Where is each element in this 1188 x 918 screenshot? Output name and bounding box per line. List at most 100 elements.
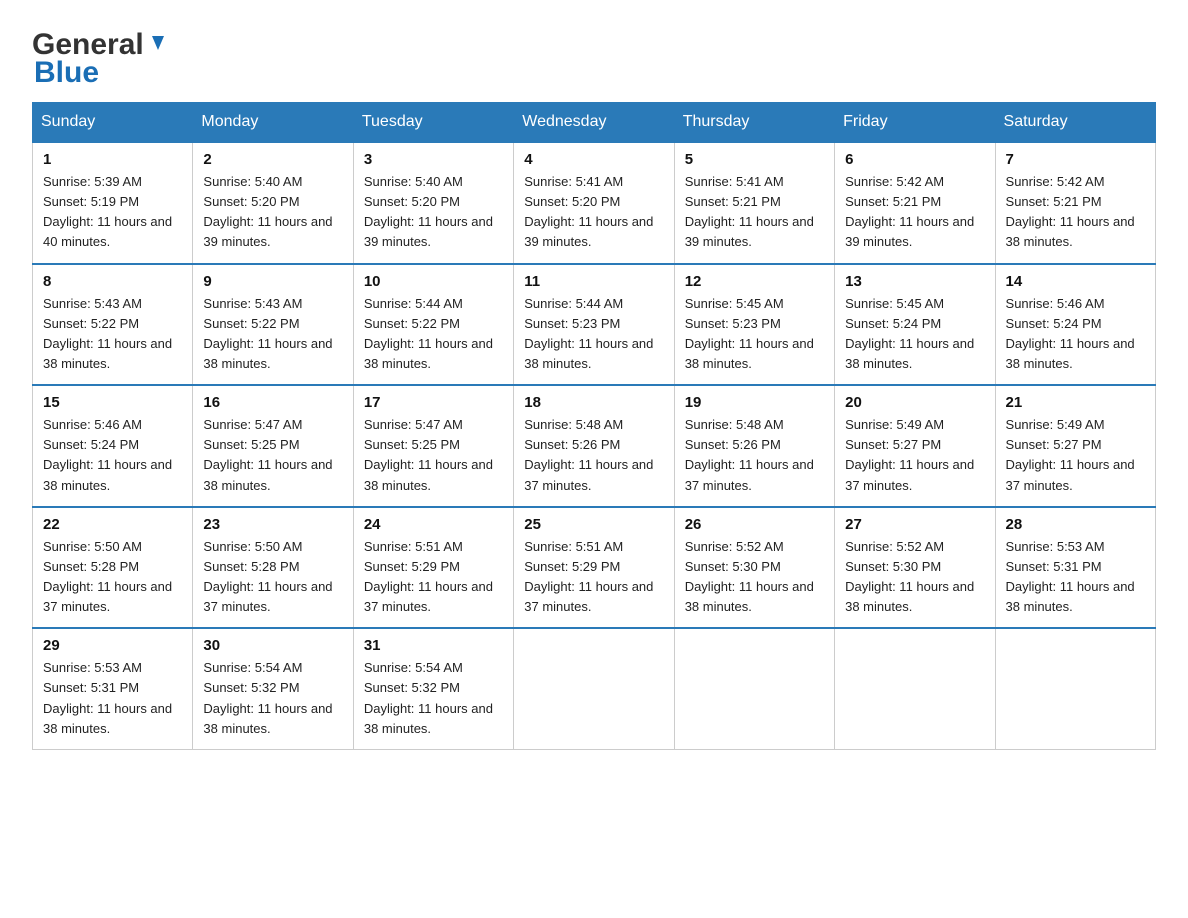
calendar-cell	[674, 628, 834, 749]
day-number: 15	[43, 394, 182, 411]
day-number: 2	[203, 151, 342, 168]
calendar-week-2: 8 Sunrise: 5:43 AM Sunset: 5:22 PM Dayli…	[33, 264, 1156, 386]
day-info: Sunrise: 5:53 AM Sunset: 5:31 PM Dayligh…	[43, 658, 182, 739]
day-info: Sunrise: 5:52 AM Sunset: 5:30 PM Dayligh…	[845, 537, 984, 618]
calendar-cell: 4 Sunrise: 5:41 AM Sunset: 5:20 PM Dayli…	[514, 142, 674, 264]
day-number: 14	[1006, 273, 1145, 290]
day-number: 21	[1006, 394, 1145, 411]
day-number: 26	[685, 516, 824, 533]
day-info: Sunrise: 5:44 AM Sunset: 5:23 PM Dayligh…	[524, 294, 663, 375]
logo-blue-text: Blue	[34, 56, 99, 90]
day-number: 6	[845, 151, 984, 168]
calendar-cell: 24 Sunrise: 5:51 AM Sunset: 5:29 PM Dayl…	[353, 507, 513, 629]
logo: General Blue	[32, 24, 168, 90]
day-info: Sunrise: 5:40 AM Sunset: 5:20 PM Dayligh…	[203, 172, 342, 253]
day-info: Sunrise: 5:41 AM Sunset: 5:20 PM Dayligh…	[524, 172, 663, 253]
calendar-cell: 20 Sunrise: 5:49 AM Sunset: 5:27 PM Dayl…	[835, 385, 995, 507]
day-info: Sunrise: 5:43 AM Sunset: 5:22 PM Dayligh…	[203, 294, 342, 375]
weekday-header-sunday: Sunday	[33, 103, 193, 143]
calendar-cell: 6 Sunrise: 5:42 AM Sunset: 5:21 PM Dayli…	[835, 142, 995, 264]
day-number: 10	[364, 273, 503, 290]
page-header: General Blue	[32, 24, 1156, 90]
calendar-week-4: 22 Sunrise: 5:50 AM Sunset: 5:28 PM Dayl…	[33, 507, 1156, 629]
day-info: Sunrise: 5:49 AM Sunset: 5:27 PM Dayligh…	[845, 415, 984, 496]
calendar-cell: 14 Sunrise: 5:46 AM Sunset: 5:24 PM Dayl…	[995, 264, 1155, 386]
day-number: 18	[524, 394, 663, 411]
calendar-cell: 10 Sunrise: 5:44 AM Sunset: 5:22 PM Dayl…	[353, 264, 513, 386]
weekday-header-thursday: Thursday	[674, 103, 834, 143]
day-number: 24	[364, 516, 503, 533]
day-info: Sunrise: 5:52 AM Sunset: 5:30 PM Dayligh…	[685, 537, 824, 618]
day-info: Sunrise: 5:51 AM Sunset: 5:29 PM Dayligh…	[524, 537, 663, 618]
calendar-cell: 28 Sunrise: 5:53 AM Sunset: 5:31 PM Dayl…	[995, 507, 1155, 629]
day-number: 17	[364, 394, 503, 411]
calendar-cell: 25 Sunrise: 5:51 AM Sunset: 5:29 PM Dayl…	[514, 507, 674, 629]
day-info: Sunrise: 5:54 AM Sunset: 5:32 PM Dayligh…	[364, 658, 503, 739]
day-number: 16	[203, 394, 342, 411]
calendar-cell: 12 Sunrise: 5:45 AM Sunset: 5:23 PM Dayl…	[674, 264, 834, 386]
calendar-cell: 17 Sunrise: 5:47 AM Sunset: 5:25 PM Dayl…	[353, 385, 513, 507]
calendar-cell: 5 Sunrise: 5:41 AM Sunset: 5:21 PM Dayli…	[674, 142, 834, 264]
day-info: Sunrise: 5:43 AM Sunset: 5:22 PM Dayligh…	[43, 294, 182, 375]
calendar-table: SundayMondayTuesdayWednesdayThursdayFrid…	[32, 102, 1156, 750]
calendar-cell: 27 Sunrise: 5:52 AM Sunset: 5:30 PM Dayl…	[835, 507, 995, 629]
weekday-header-saturday: Saturday	[995, 103, 1155, 143]
day-info: Sunrise: 5:46 AM Sunset: 5:24 PM Dayligh…	[1006, 294, 1145, 375]
day-info: Sunrise: 5:53 AM Sunset: 5:31 PM Dayligh…	[1006, 537, 1145, 618]
day-info: Sunrise: 5:47 AM Sunset: 5:25 PM Dayligh…	[203, 415, 342, 496]
day-info: Sunrise: 5:50 AM Sunset: 5:28 PM Dayligh…	[203, 537, 342, 618]
day-number: 4	[524, 151, 663, 168]
day-number: 19	[685, 394, 824, 411]
day-number: 12	[685, 273, 824, 290]
day-info: Sunrise: 5:39 AM Sunset: 5:19 PM Dayligh…	[43, 172, 182, 253]
calendar-cell	[995, 628, 1155, 749]
day-number: 28	[1006, 516, 1145, 533]
day-number: 7	[1006, 151, 1145, 168]
calendar-week-3: 15 Sunrise: 5:46 AM Sunset: 5:24 PM Dayl…	[33, 385, 1156, 507]
calendar-cell: 21 Sunrise: 5:49 AM Sunset: 5:27 PM Dayl…	[995, 385, 1155, 507]
calendar-cell: 31 Sunrise: 5:54 AM Sunset: 5:32 PM Dayl…	[353, 628, 513, 749]
calendar-cell: 2 Sunrise: 5:40 AM Sunset: 5:20 PM Dayli…	[193, 142, 353, 264]
calendar-cell: 13 Sunrise: 5:45 AM Sunset: 5:24 PM Dayl…	[835, 264, 995, 386]
day-info: Sunrise: 5:48 AM Sunset: 5:26 PM Dayligh…	[524, 415, 663, 496]
day-info: Sunrise: 5:40 AM Sunset: 5:20 PM Dayligh…	[364, 172, 503, 253]
day-info: Sunrise: 5:49 AM Sunset: 5:27 PM Dayligh…	[1006, 415, 1145, 496]
calendar-cell	[835, 628, 995, 749]
day-number: 23	[203, 516, 342, 533]
day-info: Sunrise: 5:50 AM Sunset: 5:28 PM Dayligh…	[43, 537, 182, 618]
day-info: Sunrise: 5:44 AM Sunset: 5:22 PM Dayligh…	[364, 294, 503, 375]
day-info: Sunrise: 5:46 AM Sunset: 5:24 PM Dayligh…	[43, 415, 182, 496]
day-number: 9	[203, 273, 342, 290]
calendar-cell: 8 Sunrise: 5:43 AM Sunset: 5:22 PM Dayli…	[33, 264, 193, 386]
day-number: 27	[845, 516, 984, 533]
calendar-cell: 1 Sunrise: 5:39 AM Sunset: 5:19 PM Dayli…	[33, 142, 193, 264]
day-info: Sunrise: 5:42 AM Sunset: 5:21 PM Dayligh…	[1006, 172, 1145, 253]
calendar-cell: 15 Sunrise: 5:46 AM Sunset: 5:24 PM Dayl…	[33, 385, 193, 507]
calendar-cell: 18 Sunrise: 5:48 AM Sunset: 5:26 PM Dayl…	[514, 385, 674, 507]
day-number: 22	[43, 516, 182, 533]
calendar-cell: 26 Sunrise: 5:52 AM Sunset: 5:30 PM Dayl…	[674, 507, 834, 629]
calendar-week-1: 1 Sunrise: 5:39 AM Sunset: 5:19 PM Dayli…	[33, 142, 1156, 264]
day-number: 11	[524, 273, 663, 290]
day-info: Sunrise: 5:54 AM Sunset: 5:32 PM Dayligh…	[203, 658, 342, 739]
calendar-cell: 7 Sunrise: 5:42 AM Sunset: 5:21 PM Dayli…	[995, 142, 1155, 264]
day-info: Sunrise: 5:42 AM Sunset: 5:21 PM Dayligh…	[845, 172, 984, 253]
calendar-cell: 16 Sunrise: 5:47 AM Sunset: 5:25 PM Dayl…	[193, 385, 353, 507]
day-number: 29	[43, 637, 182, 654]
calendar-cell	[514, 628, 674, 749]
logo-triangle-icon	[146, 32, 168, 54]
day-number: 3	[364, 151, 503, 168]
weekday-header-tuesday: Tuesday	[353, 103, 513, 143]
calendar-cell: 9 Sunrise: 5:43 AM Sunset: 5:22 PM Dayli…	[193, 264, 353, 386]
day-info: Sunrise: 5:45 AM Sunset: 5:23 PM Dayligh…	[685, 294, 824, 375]
day-number: 5	[685, 151, 824, 168]
day-number: 31	[364, 637, 503, 654]
day-info: Sunrise: 5:41 AM Sunset: 5:21 PM Dayligh…	[685, 172, 824, 253]
day-number: 1	[43, 151, 182, 168]
calendar-week-5: 29 Sunrise: 5:53 AM Sunset: 5:31 PM Dayl…	[33, 628, 1156, 749]
calendar-cell: 19 Sunrise: 5:48 AM Sunset: 5:26 PM Dayl…	[674, 385, 834, 507]
day-info: Sunrise: 5:51 AM Sunset: 5:29 PM Dayligh…	[364, 537, 503, 618]
day-number: 8	[43, 273, 182, 290]
calendar-cell: 23 Sunrise: 5:50 AM Sunset: 5:28 PM Dayl…	[193, 507, 353, 629]
calendar-header-row: SundayMondayTuesdayWednesdayThursdayFrid…	[33, 103, 1156, 143]
